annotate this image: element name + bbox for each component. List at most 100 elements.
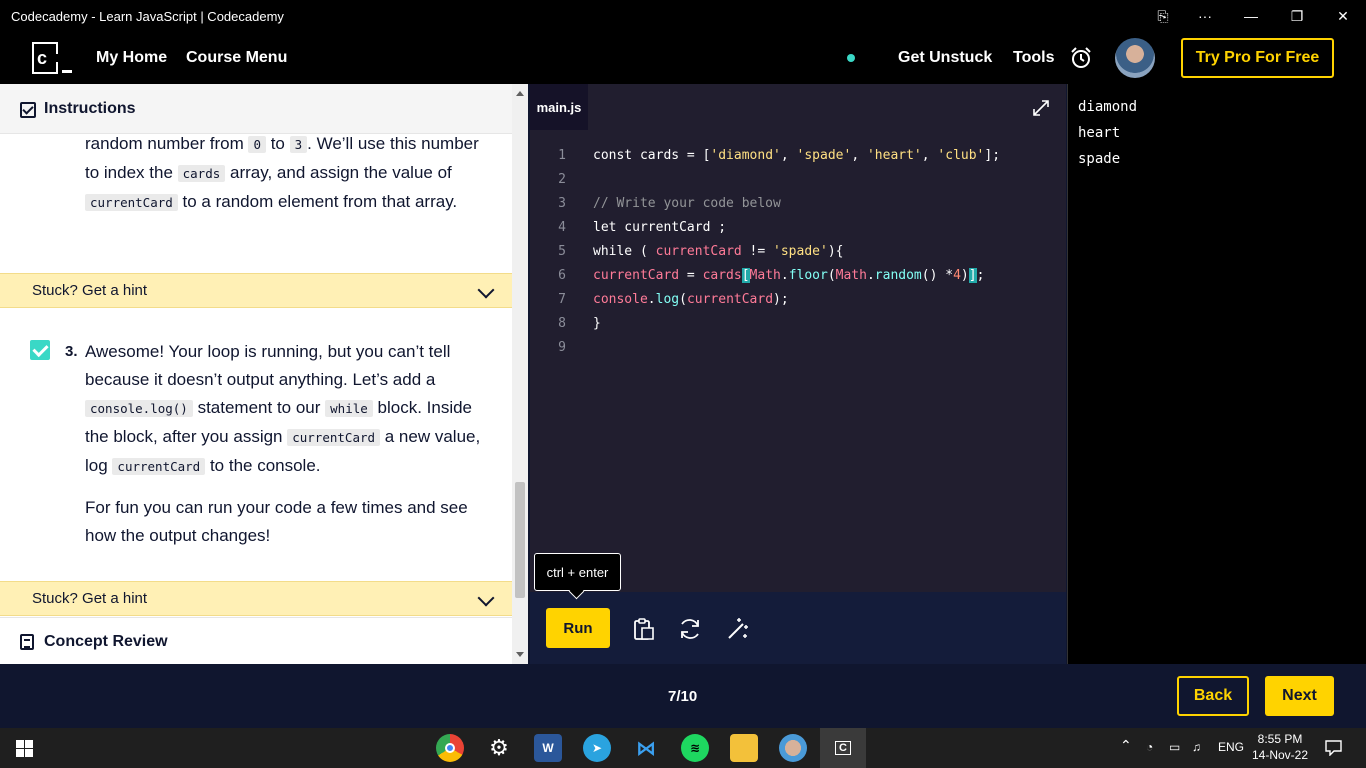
code-token: . <box>647 292 656 307</box>
maximize-button[interactable]: ❐ <box>1274 0 1320 32</box>
nav-course-menu[interactable]: Course Menu <box>186 49 287 67</box>
inline-code: currentCard <box>112 458 206 475</box>
refresh-icon[interactable] <box>677 616 703 642</box>
browser-profile-icon[interactable] <box>779 734 807 762</box>
file-explorer-icon[interactable] <box>730 734 758 762</box>
expand-icon[interactable] <box>1032 99 1050 117</box>
notifications-icon[interactable] <box>1325 740 1342 756</box>
concept-review[interactable]: Concept Review <box>0 617 512 664</box>
scroll-up-icon[interactable] <box>516 91 524 96</box>
minimize-button[interactable]: — <box>1228 0 1274 32</box>
windows-start-icon[interactable] <box>16 740 33 757</box>
language-indicator[interactable]: ENG <box>1218 740 1244 754</box>
code-token: ]; <box>984 148 1001 163</box>
word-icon[interactable]: W <box>534 734 562 762</box>
code-token: , <box>851 148 867 163</box>
tray-chevron-up-icon[interactable]: ⌃ <box>1120 737 1132 754</box>
code-line[interactable]: 3 // Write your code below <box>530 192 1066 216</box>
code-token: cards <box>702 268 742 283</box>
code-token: ); <box>773 292 789 307</box>
code-token: 'spade' <box>796 148 852 163</box>
code-text: // Write your code below <box>593 192 781 216</box>
avatar[interactable] <box>1115 38 1155 78</box>
spotify-icon[interactable]: ≋ <box>681 734 709 762</box>
back-button[interactable]: Back <box>1177 676 1249 716</box>
code-token: const cards = [ <box>593 148 711 163</box>
code-token: while ( <box>593 244 656 259</box>
battery-icon[interactable]: ▭ <box>1169 740 1180 754</box>
code-token: } <box>593 316 601 331</box>
code-token: floor <box>788 268 828 283</box>
code-token: , <box>921 148 938 163</box>
code-token: ) <box>960 268 969 283</box>
code-line[interactable]: 9 <box>530 336 1066 360</box>
nav-tools[interactable]: Tools <box>1013 49 1054 67</box>
line-number: 6 <box>558 268 566 283</box>
line-number: 1 <box>558 148 566 163</box>
wifi-icon[interactable]: ◔ <box>1146 740 1153 754</box>
clock-time: 8:55 PM <box>1257 732 1303 746</box>
run-toolbar: ctrl + enter Run <box>530 553 1066 664</box>
line-number: 4 <box>558 220 566 235</box>
top-navigation: c My Home Course Menu Get Unstuck Tools … <box>0 32 1366 84</box>
code-token: 'spade' <box>773 244 828 259</box>
line-number: 8 <box>558 316 566 331</box>
tab-main-js[interactable]: main.js <box>530 84 588 130</box>
code-token: = <box>679 268 703 283</box>
vscode-icon[interactable]: ⋈ <box>632 734 660 762</box>
scrollbar-thumb[interactable] <box>515 482 525 598</box>
close-window-button[interactable]: ✕ <box>1320 0 1366 32</box>
code-token: 'club' <box>937 148 985 163</box>
code-line[interactable]: 8} <box>530 312 1066 336</box>
step-number: 3. <box>65 343 78 360</box>
nav-my-home[interactable]: My Home <box>96 49 167 67</box>
clock-date: 14-Nov-22 <box>1252 748 1309 762</box>
checkbox-checked-icon <box>30 340 50 360</box>
inline-code: while <box>325 400 373 417</box>
nav-get-unstuck[interactable]: Get Unstuck <box>898 49 992 67</box>
clipboard-icon[interactable] <box>630 616 656 642</box>
instructions-header[interactable]: Instructions <box>0 84 512 134</box>
code-line[interactable]: 2 <box>530 168 1066 192</box>
code-token: currentCard <box>655 244 742 259</box>
step-2-text: random number from 0 to 3. We’ll use thi… <box>85 130 485 217</box>
try-pro-button[interactable]: Try Pro For Free <box>1181 38 1334 78</box>
line-number: 7 <box>558 292 566 307</box>
editor-tab-bar: main.js <box>530 84 1066 130</box>
alarm-clock-icon[interactable] <box>1070 47 1092 69</box>
codecademy-logo[interactable]: c <box>32 42 72 74</box>
volume-icon[interactable]: ♫ <box>1192 740 1201 754</box>
code-line[interactable]: 4 let currentCard ; <box>530 216 1066 240</box>
code-editor[interactable]: main.js 1 const cards = ['diamond', 'spad… <box>530 84 1066 664</box>
code-token: ( <box>679 292 687 307</box>
instructions-title: Instructions <box>44 100 136 117</box>
taskbar-clock[interactable]: 8:55 PM 14-Nov-22 <box>1252 731 1308 763</box>
status-indicator <box>847 54 855 62</box>
instructions-scrollbar[interactable] <box>512 84 528 664</box>
settings-gear-icon[interactable]: ⚙ <box>485 734 513 762</box>
run-button[interactable]: Run <box>546 608 610 648</box>
scroll-down-icon[interactable] <box>516 652 524 657</box>
code-token: log <box>655 292 680 307</box>
next-button[interactable]: Next <box>1265 676 1334 716</box>
code-line[interactable]: 7 console.log(currentCard); <box>530 288 1066 312</box>
code-text: } <box>593 312 601 336</box>
code-line[interactable]: 1 const cards = ['diamond', 'spade', 'hea… <box>530 144 1066 168</box>
inline-code: 3 <box>289 136 308 153</box>
hint-bar[interactable]: Stuck? Get a hint <box>0 273 512 308</box>
hint-bar-2[interactable]: Stuck? Get a hint <box>0 581 512 616</box>
magic-wand-icon[interactable] <box>725 616 751 642</box>
code-area[interactable]: 1 const cards = ['diamond', 'spade', 'hea… <box>530 144 1066 360</box>
code-token: let currentCard ; <box>593 220 727 235</box>
output-line: spade <box>1078 151 1121 167</box>
code-line[interactable]: 6 currentCard = cards[Math.floor(Math.ran… <box>530 264 1066 288</box>
text-run: to the console. <box>205 456 321 475</box>
inline-code: currentCard <box>287 429 381 446</box>
more-options-icon[interactable]: ··· <box>1182 0 1228 32</box>
code-line[interactable]: 5 while ( currentCard != 'spade'){ <box>530 240 1066 264</box>
cast-icon[interactable]: ⎘ <box>1140 0 1186 32</box>
codecademy-taskbar-icon[interactable]: C <box>820 728 866 768</box>
telegram-icon[interactable]: ➤ <box>583 734 611 762</box>
line-number: 5 <box>558 244 566 259</box>
chrome-icon[interactable] <box>436 734 464 762</box>
